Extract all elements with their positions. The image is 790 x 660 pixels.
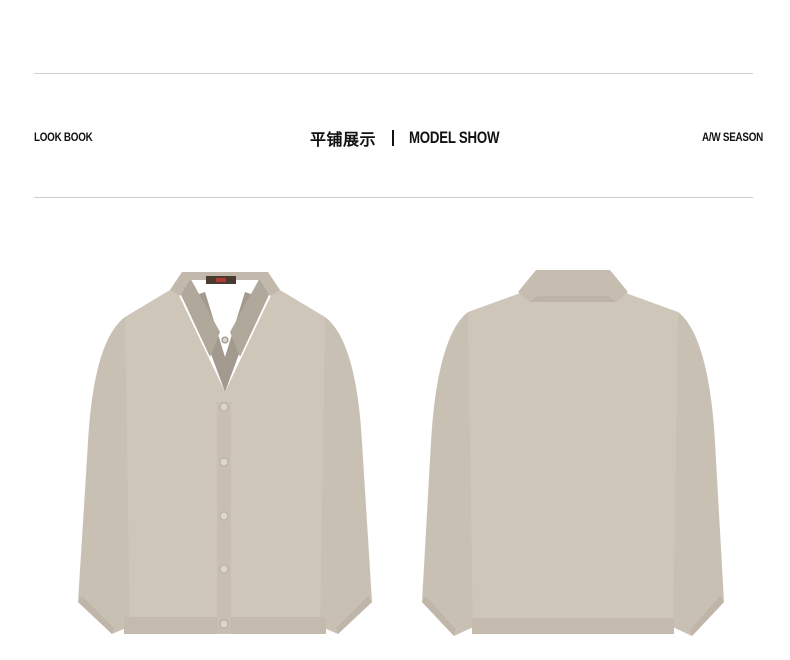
section-title: 平铺展示 MODEL SHOW <box>310 126 525 150</box>
cardigan-back-drawing <box>422 270 724 636</box>
title-chinese: 平铺展示 <box>310 130 377 149</box>
title-english: MODEL SHOW <box>409 128 500 147</box>
top-divider <box>34 73 753 74</box>
bottom-divider <box>34 197 753 198</box>
look-book-label: LOOK BOOK <box>34 130 93 144</box>
cardigan-front-image <box>70 262 380 642</box>
cardigan-back-image <box>418 262 728 642</box>
section-header: LOOK BOOK 平铺展示 MODEL SHOW A/W SEASON <box>0 126 790 150</box>
cardigan-front-drawing <box>78 272 372 634</box>
season-label: A/W SEASON <box>702 130 763 144</box>
title-separator <box>392 130 395 146</box>
